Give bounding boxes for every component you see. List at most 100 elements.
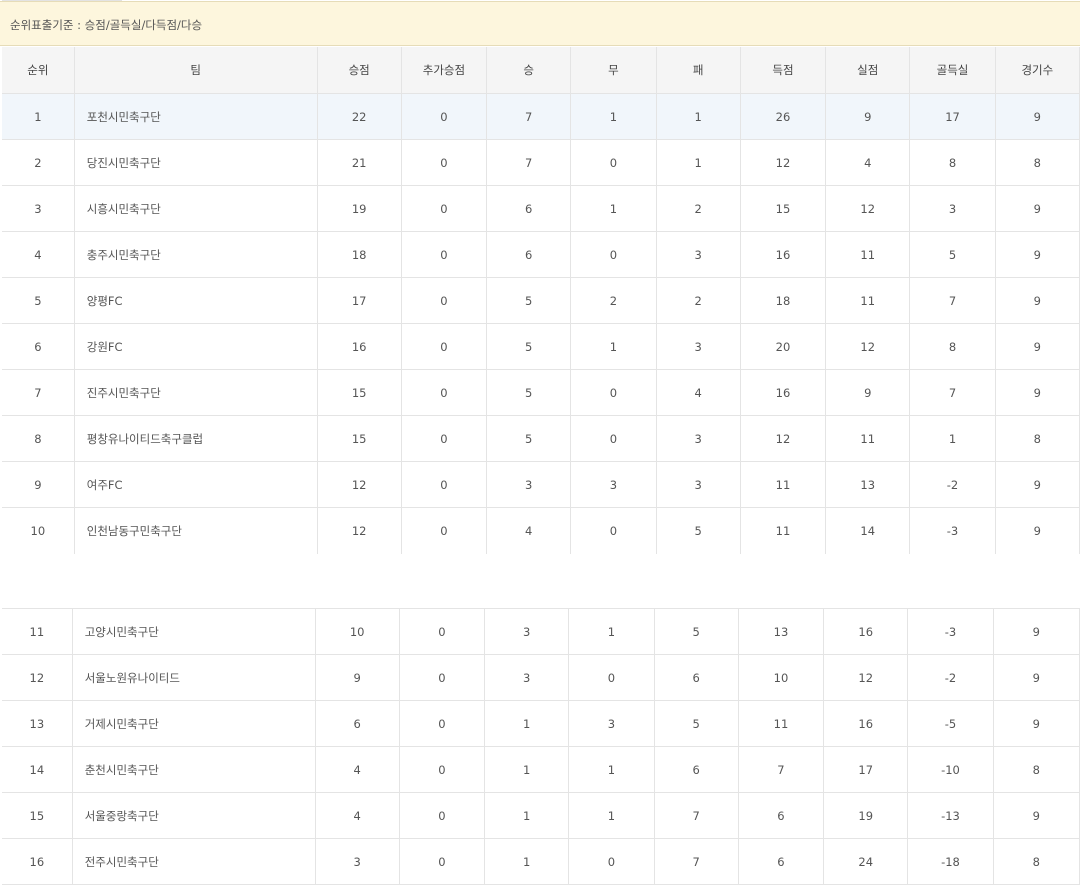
cell-games-played: 8 bbox=[995, 415, 1080, 462]
cell-goals-for: 15 bbox=[740, 185, 827, 232]
cell-extra-points: 0 bbox=[401, 185, 488, 232]
cell-rank: 12 bbox=[2, 654, 73, 701]
table-row: 2 당진시민축구단 21 0 7 0 1 12 4 8 8 bbox=[2, 139, 1080, 186]
cell-points: 16 bbox=[317, 323, 402, 370]
cell-losses: 2 bbox=[656, 277, 741, 324]
cell-rank: 3 bbox=[2, 185, 75, 232]
table-row: 14 춘천시민축구단 4 0 1 1 6 7 17 -10 8 bbox=[2, 746, 1080, 793]
cell-team: 고양시민축구단 bbox=[72, 608, 316, 655]
cell-goals-for: 16 bbox=[740, 231, 827, 278]
cell-extra-points: 0 bbox=[401, 369, 488, 416]
cell-points: 12 bbox=[317, 507, 402, 554]
cell-extra-points: 0 bbox=[399, 608, 486, 655]
cell-wins: 3 bbox=[484, 608, 570, 655]
cell-goal-difference: -3 bbox=[907, 608, 994, 655]
cell-goals-against: 11 bbox=[825, 231, 911, 278]
cell-games-played: 8 bbox=[995, 139, 1080, 186]
table-row: 3 시흥시민축구단 19 0 6 1 2 15 12 3 9 bbox=[2, 185, 1080, 232]
cell-rank: 16 bbox=[2, 838, 73, 885]
ranking-criteria-notice: 순위표출기준 : 승점/골득실/다득점/다승 bbox=[0, 1, 1080, 46]
cell-goals-against: 4 bbox=[825, 139, 911, 186]
col-header-wins: 승 bbox=[486, 47, 572, 94]
cell-goals-for: 6 bbox=[738, 838, 825, 885]
cell-draws: 0 bbox=[568, 654, 655, 701]
cell-draws: 3 bbox=[570, 461, 657, 508]
col-header-goals-against: 실점 bbox=[825, 47, 911, 94]
cell-goals-against: 12 bbox=[825, 323, 911, 370]
cell-rank: 9 bbox=[2, 461, 75, 508]
cell-rank: 10 bbox=[2, 507, 75, 554]
cell-goals-for: 18 bbox=[740, 277, 827, 324]
cell-goals-for: 11 bbox=[740, 507, 827, 554]
cell-rank: 8 bbox=[2, 415, 75, 462]
cell-games-played: 9 bbox=[995, 93, 1080, 140]
cell-goals-for: 20 bbox=[740, 323, 827, 370]
cell-extra-points: 0 bbox=[399, 746, 486, 793]
cell-games-played: 8 bbox=[993, 838, 1080, 885]
cell-points: 9 bbox=[315, 654, 400, 701]
table-row: 16 전주시민축구단 3 0 1 0 7 6 24 -18 8 bbox=[2, 838, 1080, 885]
cell-wins: 1 bbox=[484, 792, 570, 839]
cell-rank: 14 bbox=[2, 746, 73, 793]
table-row: 15 서울중랑축구단 4 0 1 1 7 6 19 -13 9 bbox=[2, 792, 1080, 839]
cell-draws: 0 bbox=[568, 838, 655, 885]
cell-points: 15 bbox=[317, 369, 402, 416]
cell-goal-difference: 1 bbox=[909, 415, 996, 462]
cell-rank: 4 bbox=[2, 231, 75, 278]
cell-wins: 6 bbox=[486, 185, 572, 232]
cell-losses: 3 bbox=[656, 323, 741, 370]
cell-losses: 3 bbox=[656, 461, 741, 508]
col-header-rank: 순위 bbox=[2, 47, 75, 94]
col-header-draws: 무 bbox=[570, 47, 657, 94]
cell-draws: 0 bbox=[570, 369, 657, 416]
standings-table-bottom: 11 고양시민축구단 10 0 3 1 5 13 16 -3 9 12 서울노원유나이티드 9 0 3 0 6 10… bbox=[2, 608, 1080, 885]
cell-team: 거제시민축구단 bbox=[72, 700, 316, 747]
col-header-team: 팀 bbox=[74, 47, 318, 94]
cell-goals-against: 12 bbox=[825, 185, 911, 232]
cell-games-played: 9 bbox=[995, 323, 1080, 370]
cell-points: 6 bbox=[315, 700, 400, 747]
cell-wins: 5 bbox=[486, 277, 572, 324]
cell-goal-difference: 8 bbox=[909, 323, 996, 370]
cell-points: 15 bbox=[317, 415, 402, 462]
cell-team: 서울중랑축구단 bbox=[72, 792, 316, 839]
cell-losses: 6 bbox=[654, 654, 739, 701]
cell-goal-difference: 17 bbox=[909, 93, 996, 140]
cell-games-played: 9 bbox=[995, 507, 1080, 554]
cell-points: 17 bbox=[317, 277, 402, 324]
cell-rank: 11 bbox=[2, 608, 73, 655]
cell-wins: 3 bbox=[484, 654, 570, 701]
table-row: 1 포천시민축구단 22 0 7 1 1 26 9 17 9 bbox=[2, 93, 1080, 140]
table-row: 5 양평FC 17 0 5 2 2 18 11 7 9 bbox=[2, 277, 1080, 324]
cell-goal-difference: -10 bbox=[907, 746, 994, 793]
cell-losses: 2 bbox=[656, 185, 741, 232]
cell-points: 10 bbox=[315, 608, 400, 655]
cell-points: 4 bbox=[315, 792, 400, 839]
cell-games-played: 9 bbox=[993, 608, 1080, 655]
cell-goal-difference: -3 bbox=[909, 507, 996, 554]
cell-points: 4 bbox=[315, 746, 400, 793]
cell-draws: 0 bbox=[570, 231, 657, 278]
col-header-goals-for: 득점 bbox=[740, 47, 827, 94]
cell-wins: 1 bbox=[484, 838, 570, 885]
cell-extra-points: 0 bbox=[401, 461, 488, 508]
cell-goal-difference: 7 bbox=[909, 277, 996, 324]
cell-goal-difference: -5 bbox=[907, 700, 994, 747]
cell-team: 진주시민축구단 bbox=[74, 369, 318, 416]
cell-goals-for: 10 bbox=[738, 654, 825, 701]
cell-team: 평창유나이티드축구클럽 bbox=[74, 415, 318, 462]
cell-team: 충주시민축구단 bbox=[74, 231, 318, 278]
cell-losses: 6 bbox=[654, 746, 739, 793]
cell-goals-against: 24 bbox=[823, 838, 909, 885]
cell-goals-against: 9 bbox=[825, 369, 911, 416]
cell-goals-for: 13 bbox=[738, 608, 825, 655]
cell-points: 18 bbox=[317, 231, 402, 278]
cell-draws: 1 bbox=[570, 323, 657, 370]
cell-extra-points: 0 bbox=[401, 323, 488, 370]
cell-rank: 13 bbox=[2, 700, 73, 747]
cell-extra-points: 0 bbox=[401, 231, 488, 278]
cell-team: 춘천시민축구단 bbox=[72, 746, 316, 793]
cell-wins: 4 bbox=[486, 507, 572, 554]
cell-extra-points: 0 bbox=[399, 700, 486, 747]
cell-draws: 0 bbox=[570, 507, 657, 554]
